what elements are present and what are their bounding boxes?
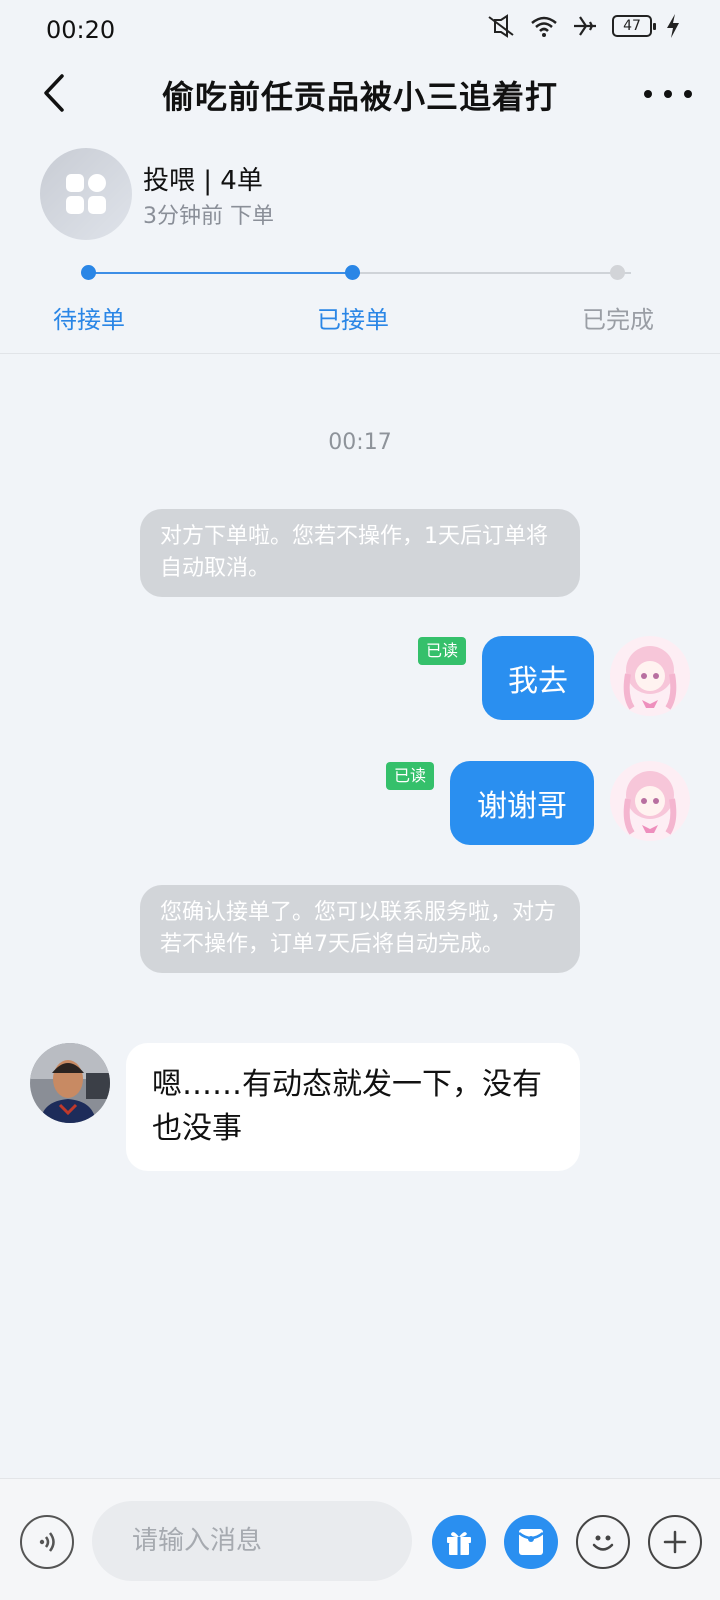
wifi-icon <box>531 16 557 37</box>
input-bar <box>0 1478 720 1600</box>
message-input[interactable] <box>92 1501 412 1581</box>
step-dot-completed <box>610 265 625 280</box>
red-packet-icon <box>518 1529 544 1555</box>
emoji-icon <box>592 1535 614 1551</box>
plus-button[interactable] <box>648 1515 702 1569</box>
outgoing-message[interactable]: 谢谢哥 <box>450 761 594 845</box>
step-label-completed: 已完成 <box>582 306 654 334</box>
more-button[interactable] <box>644 76 692 112</box>
step-label-accepted: 已接单 <box>317 306 389 334</box>
battery-icon: 47 <box>612 15 656 37</box>
status-time: 00:20 <box>46 16 116 44</box>
my-avatar[interactable] <box>610 761 690 841</box>
order-progress-track <box>89 272 631 274</box>
system-message: 对方下单啦。您若不操作，1天后订单将自动取消。 <box>140 509 580 597</box>
mute-icon <box>488 14 514 38</box>
charging-icon <box>667 14 679 38</box>
plus-icon <box>663 1530 687 1554</box>
service-avatar[interactable] <box>40 148 132 240</box>
read-badge: 已读 <box>418 637 466 665</box>
red-packet-button[interactable] <box>504 1515 558 1569</box>
incoming-message[interactable]: 嗯……有动态就发一下，没有也没事 <box>126 1043 580 1171</box>
voice-icon <box>39 1532 55 1552</box>
system-message: 您确认接单了。您可以联系服务啦，对方若不操作，订单7天后将自动完成。 <box>140 885 580 973</box>
step-label-pending: 待接单 <box>53 306 125 334</box>
outgoing-message[interactable]: 我去 <box>482 636 594 720</box>
page-title: 偷吃前任贡品被小三追着打 <box>161 78 558 116</box>
emoji-button[interactable] <box>576 1515 630 1569</box>
gift-icon <box>447 1532 471 1555</box>
more-icon <box>644 90 652 98</box>
gift-button[interactable] <box>432 1515 486 1569</box>
airplane-icon <box>574 16 596 36</box>
order-time: 3分钟前 下单 <box>143 204 274 229</box>
read-badge: 已读 <box>386 762 434 790</box>
step-dot-pending <box>81 265 96 280</box>
header: 偷吃前任贡品被小三追着打 <box>0 62 720 124</box>
voice-button[interactable] <box>20 1515 74 1569</box>
step-dot-accepted <box>345 265 360 280</box>
chat-timestamp: 00:17 <box>328 430 392 455</box>
order-card: 投喂 | 4单 3分钟前 下单 待接单 已接单 已完成 <box>0 124 720 354</box>
order-title[interactable]: 投喂 | 4单 <box>143 160 263 197</box>
status-icons: 47 <box>486 14 680 38</box>
order-progress-fill <box>89 272 360 274</box>
contact-avatar[interactable] <box>30 1043 110 1123</box>
status-bar: 00:20 47 <box>0 0 720 62</box>
apps-icon <box>66 174 106 214</box>
my-avatar[interactable] <box>610 636 690 716</box>
